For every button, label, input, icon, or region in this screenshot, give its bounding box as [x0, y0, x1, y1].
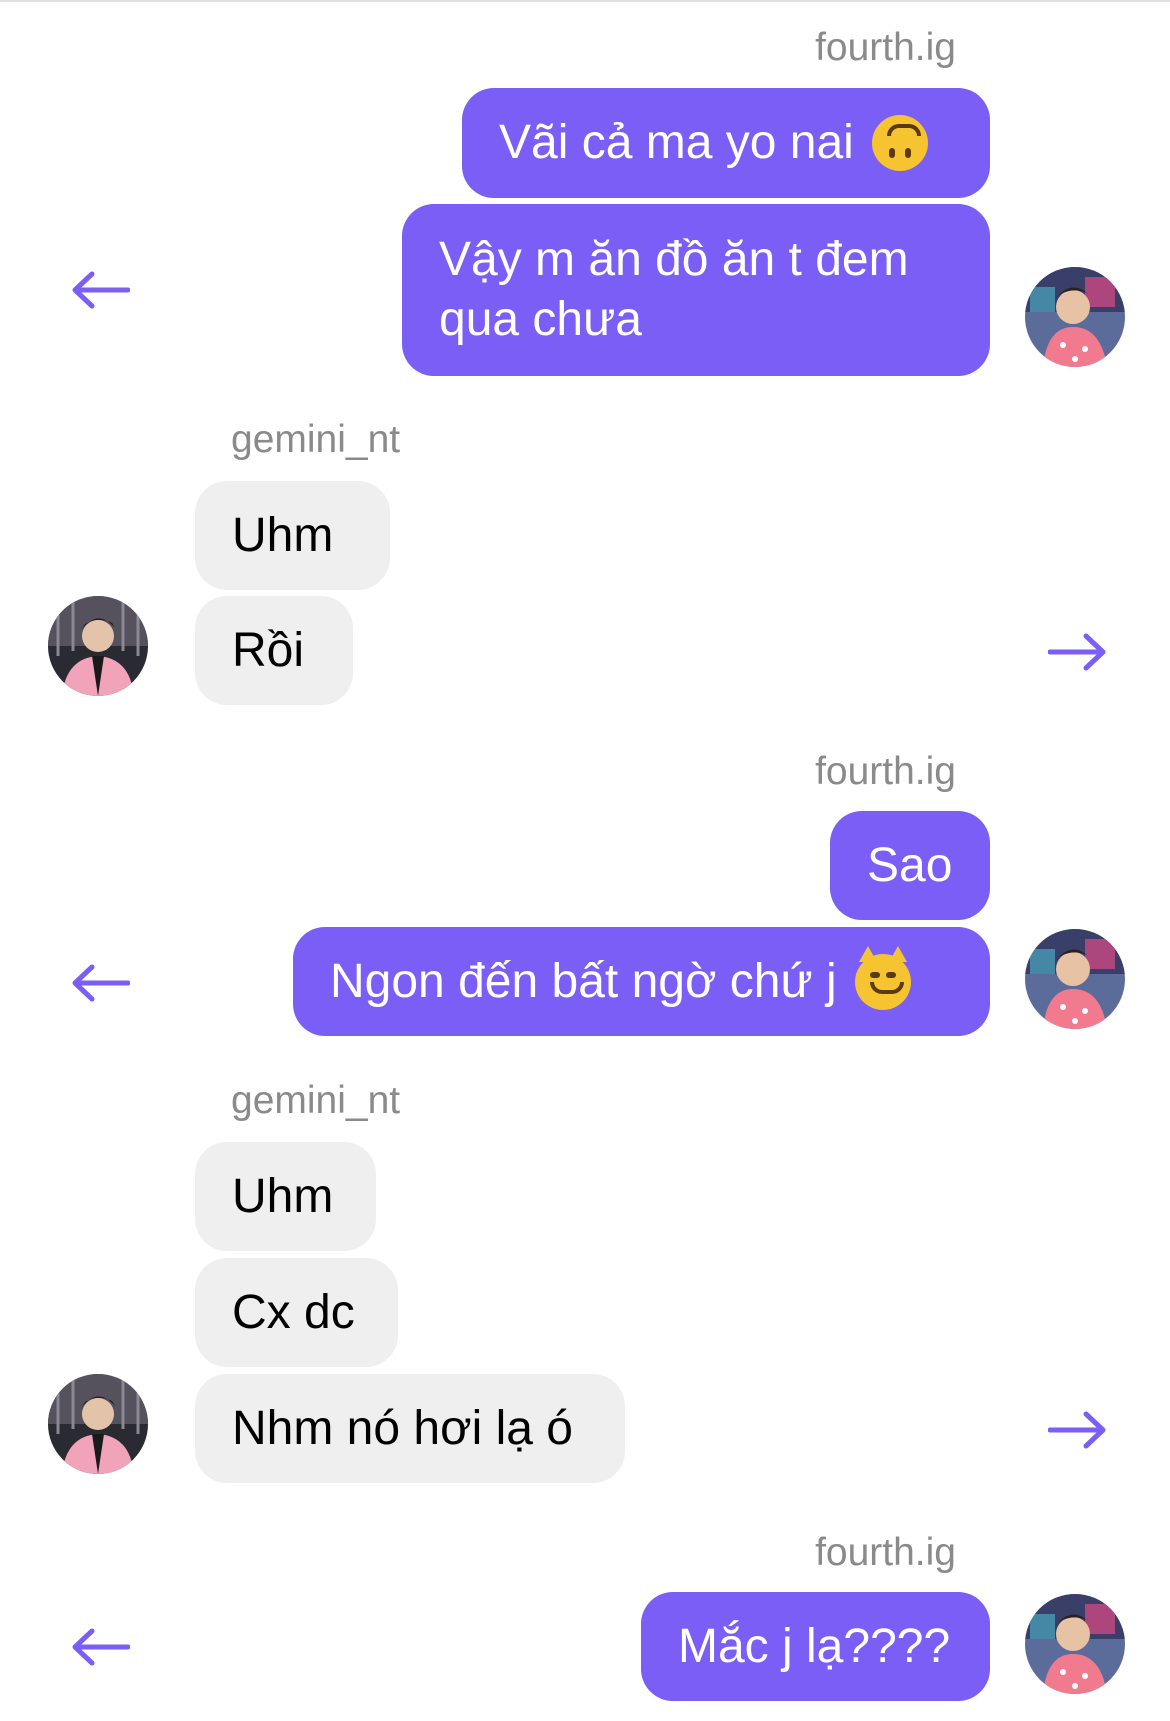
avatar[interactable] [48, 596, 148, 696]
message-bubble[interactable]: Vãi cả ma yo nai [462, 88, 990, 198]
message-bubble[interactable]: Nhm nó hơi lạ ó [195, 1374, 625, 1483]
sender-name: fourth.ig [815, 750, 956, 793]
message-bubble[interactable]: Uhm [195, 1142, 376, 1251]
message-bubble[interactable]: Cx dc [195, 1258, 398, 1367]
message-bubble[interactable]: Ngon đến bất ngờ chứ j [293, 927, 990, 1036]
arrow-left-icon[interactable] [70, 963, 130, 1003]
message-text: Mắc j lạ???? [678, 1619, 951, 1673]
message-bubble[interactable]: Vậy m ăn đồ ăn t đem qua chưa [402, 204, 990, 376]
message-text: Uhm [232, 508, 334, 562]
message-bubble[interactable]: Rồi [195, 596, 353, 705]
message-text: Vãi cả ma yo nai [499, 116, 854, 169]
arrow-right-icon[interactable] [1048, 1410, 1108, 1450]
sender-name: fourth.ig [815, 26, 956, 69]
upside-down-face-emoji [871, 115, 928, 171]
arrow-right-icon[interactable] [1048, 632, 1108, 672]
message-text: Cx dc [232, 1285, 355, 1339]
arrow-left-icon[interactable] [70, 1627, 130, 1667]
avatar[interactable] [1025, 929, 1125, 1029]
avatar[interactable] [48, 1374, 148, 1474]
message-text: Uhm [232, 1169, 334, 1223]
arrow-left-icon[interactable] [70, 270, 130, 310]
sender-name: gemini_nt [231, 1079, 401, 1122]
message-text-line: Vậy m ăn đồ ăn t đem [439, 233, 909, 286]
message-text-line: qua chưa [439, 293, 642, 346]
smirking-cat-emoji [854, 945, 911, 1010]
avatar[interactable] [1025, 1594, 1125, 1694]
message-text: Nhm nó hơi lạ ó [232, 1401, 573, 1455]
message-bubble[interactable]: Uhm [195, 481, 390, 590]
message-bubble[interactable]: Sao [830, 811, 990, 920]
sender-name: fourth.ig [815, 1531, 956, 1574]
avatar[interactable] [1025, 267, 1125, 367]
top-divider [0, 0, 1170, 2]
message-text: Sao [867, 838, 953, 892]
message-text: Ngon đến bất ngờ chứ j [330, 954, 837, 1008]
message-text: Rồi [232, 623, 305, 677]
message-bubble[interactable]: Mắc j lạ???? [641, 1592, 990, 1701]
sender-name: gemini_nt [231, 418, 401, 461]
